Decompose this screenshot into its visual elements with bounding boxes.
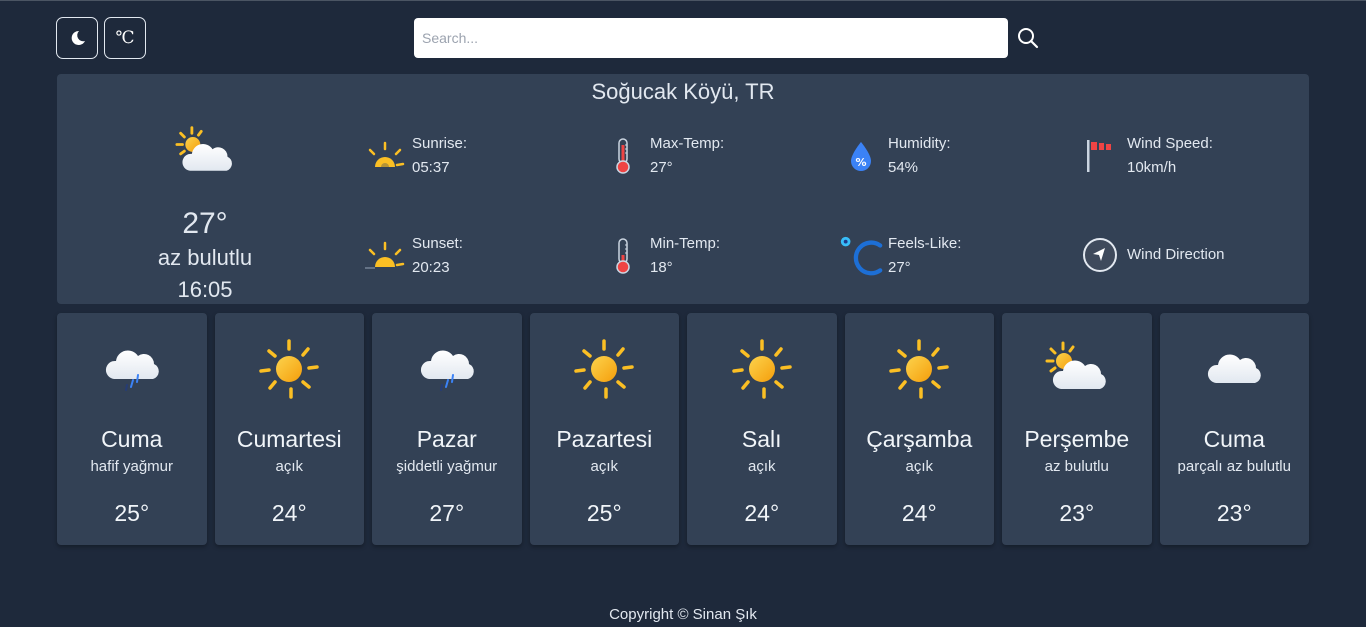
search-icon (1018, 28, 1039, 49)
forecast-day-description: açık (747, 458, 776, 475)
partly-cloudy-icon (165, 122, 245, 182)
forecast-day-name: Çarşamba (866, 426, 973, 452)
wind-direction-stat: Wind Direction (1077, 232, 1225, 278)
thermometer-high-icon (616, 138, 630, 174)
forecast-day-temp: 24° (901, 500, 937, 526)
humidity-stat: % Humidity: 54% (838, 132, 951, 180)
sun-icon (257, 337, 321, 401)
current-time: 16:05 (177, 277, 233, 302)
sunrise-icon (368, 141, 405, 167)
forecast-day-description: parçalı az bulutlu (1177, 458, 1291, 475)
forecast-day-description: şiddetli yağmur (396, 458, 498, 475)
sunrise-stat: Sunrise: 05:37 (362, 132, 467, 180)
forecast-day-card[interactable]: Pazar şiddetli yağmur 27° (372, 313, 522, 545)
wind-direction-label: Wind Direction (1127, 246, 1225, 263)
forecast-day-temp: 25° (114, 500, 150, 526)
forecast-day-card[interactable]: Cuma hafif yağmur 25° (57, 313, 207, 545)
top-bar: ℃ (0, 1, 1366, 73)
max-temp-stat: Max-Temp: 27° (600, 132, 724, 180)
forecast-day-name: Cuma (101, 426, 163, 452)
forecast-day-description: açık (275, 458, 303, 475)
forecast-day-name: Perşembe (1024, 426, 1130, 452)
sunset-value: 20:23 (412, 259, 450, 276)
footer-copyright: Copyright © Sinan Şık (609, 606, 757, 623)
min-temp-label: Min-Temp: (650, 235, 721, 252)
humidity-label: Humidity: (888, 135, 951, 152)
feels-like-stat: Feels-Like: 27° (838, 232, 961, 280)
forecast-day-description: az bulutlu (1044, 458, 1109, 475)
unit-toggle-button[interactable]: ℃ (104, 17, 146, 59)
forecast-day-name: Salı (741, 426, 782, 452)
search-button[interactable] (1016, 26, 1040, 50)
humidity-value: 54% (888, 159, 919, 176)
sunset-label: Sunset: (412, 235, 463, 252)
wind-speed-value: 10km/h (1127, 159, 1177, 176)
windsock-icon (1087, 140, 1111, 172)
moon-icon (71, 30, 85, 45)
forecast-day-card[interactable]: Cumartesi açık 24° (214, 313, 364, 545)
location-title: Soğucak Köyü, TR (591, 79, 775, 104)
theme-toggle-button[interactable] (56, 17, 98, 59)
current-temperature: 27° (182, 207, 228, 240)
forecast-day-name: Cuma (1203, 426, 1265, 452)
forecast-day-temp: 23° (1059, 500, 1095, 526)
compass-icon (1083, 238, 1117, 272)
forecast-day-card[interactable]: Pazartesi açık 25° (529, 313, 679, 545)
forecast-day-description: hafif yağmur (90, 458, 174, 475)
forecast-day-description: açık (590, 458, 618, 475)
forecast-day-card[interactable]: Salı açık 24° (687, 313, 837, 545)
min-temp-stat: Min-Temp: 18° (600, 232, 720, 280)
sunset-stat: Sunset: 20:23 (362, 232, 463, 280)
forecast-list: Cuma hafif yağmur 25° Cumartesi açık 24°… (57, 313, 1309, 545)
forecast-day-card[interactable]: Cuma parçalı az bulutlu 23° (1159, 313, 1309, 545)
svg-text:%: % (855, 156, 866, 169)
sun-icon (887, 337, 951, 401)
sun-icon (730, 337, 794, 401)
current-weather-card: Soğucak Köyü, TR 27° az bulutlu 16:05 Su… (57, 74, 1309, 304)
humidity-icon: % (851, 142, 871, 171)
sunrise-value: 05:37 (412, 159, 450, 176)
feels-like-label: Feels-Like: (888, 235, 962, 252)
forecast-day-temp: 24° (271, 500, 307, 526)
forecast-day-name: Pazartesi (556, 426, 653, 452)
cloud-icon (1202, 337, 1266, 401)
sun-icon (572, 337, 636, 401)
partly-cloudy-icon (1045, 337, 1109, 401)
forecast-day-description: açık (905, 458, 933, 475)
sunrise-label: Sunrise: (412, 135, 468, 152)
forecast-day-temp: 24° (744, 500, 780, 526)
forecast-day-card[interactable]: Perşembe az bulutlu 23° (1002, 313, 1152, 545)
min-temp-value: 18° (650, 259, 673, 276)
forecast-day-temp: 23° (1216, 500, 1252, 526)
max-temp-value: 27° (650, 159, 673, 176)
forecast-day-temp: 27° (429, 500, 465, 526)
forecast-day-name: Cumartesi (236, 426, 342, 452)
search-input[interactable] (414, 18, 1008, 58)
forecast-day-temp: 25° (586, 500, 622, 526)
rain-icon (415, 337, 479, 401)
forecast-day-name: Pazar (416, 426, 477, 452)
forecast-day-card[interactable]: Çarşamba açık 24° (844, 313, 994, 545)
thermometer-low-icon (616, 238, 630, 274)
feels-like-celsius-icon (840, 236, 883, 276)
feels-like-value: 27° (888, 259, 911, 276)
max-temp-label: Max-Temp: (650, 135, 725, 152)
sunset-icon (365, 241, 405, 269)
wind-speed-label: Wind Speed: (1127, 135, 1213, 152)
wind-speed-stat: Wind Speed: 10km/h (1077, 132, 1213, 180)
current-description: az bulutlu (157, 245, 253, 270)
rain-icon (100, 337, 164, 401)
